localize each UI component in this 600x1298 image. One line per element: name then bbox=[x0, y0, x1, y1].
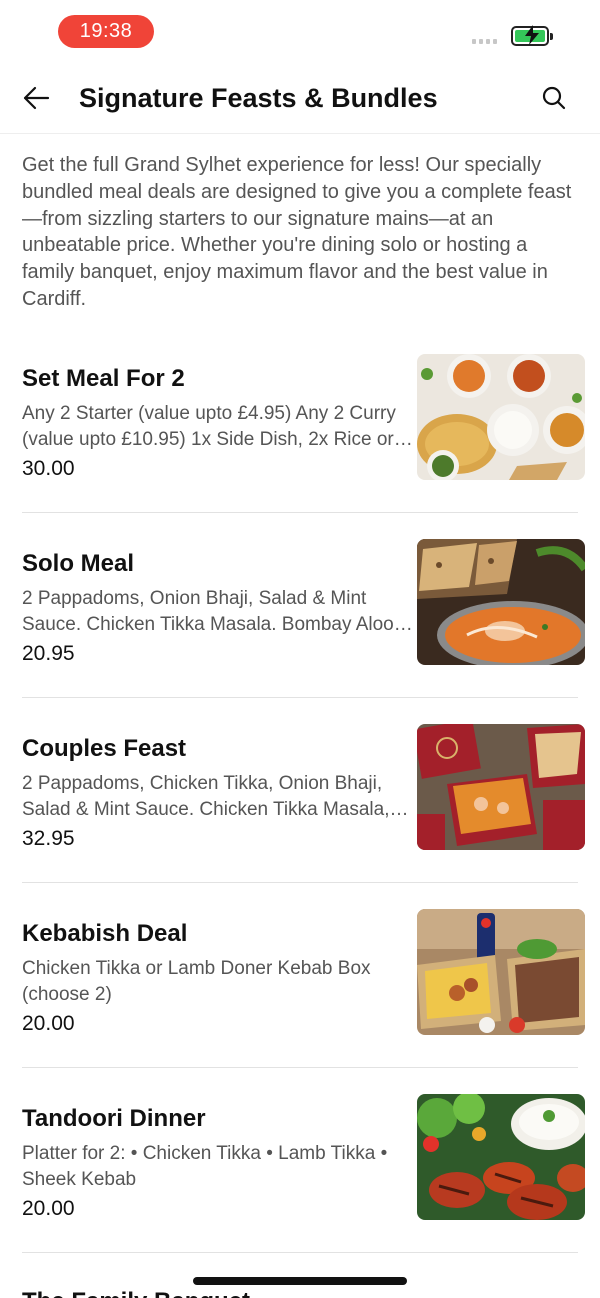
item-name: Couples Feast bbox=[22, 735, 187, 762]
menu-item[interactable]: Kebabish Deal Chicken Tikka or Lamb Done… bbox=[0, 894, 600, 1079]
divider bbox=[22, 1067, 578, 1068]
item-price: 20.00 bbox=[22, 1197, 75, 1220]
item-name: Solo Meal bbox=[22, 550, 135, 577]
back-arrow-icon bbox=[23, 86, 50, 110]
item-image[interactable] bbox=[417, 354, 585, 480]
search-icon bbox=[542, 86, 566, 110]
menu-item[interactable]: Solo Meal 2 Pappadoms, Onion Bhaji, Sala… bbox=[0, 524, 600, 709]
back-button[interactable] bbox=[18, 80, 54, 116]
battery-charging-icon bbox=[511, 25, 553, 46]
divider bbox=[22, 512, 578, 513]
menu-item[interactable]: Couples Feast 2 Pappadoms, Chicken Tikka… bbox=[0, 709, 600, 894]
item-description: Chicken Tikka or Lamb Doner Kebab Box (c… bbox=[22, 958, 371, 1005]
menu-list: Set Meal For 2 Any 2 Starter (value upto… bbox=[0, 339, 600, 1264]
item-price: 20.00 bbox=[22, 1012, 75, 1035]
status-bar: 19:38 bbox=[0, 0, 600, 64]
menu-item[interactable]: Tandoori Dinner Platter for 2: • Chicken… bbox=[0, 1079, 600, 1264]
item-name: Tandoori Dinner bbox=[22, 1105, 206, 1132]
item-image[interactable] bbox=[417, 724, 585, 850]
item-image[interactable] bbox=[417, 539, 585, 665]
item-image[interactable] bbox=[417, 909, 585, 1035]
item-description: 2 Pappadoms, Onion Bhaji, Salad & Mint S… bbox=[22, 588, 400, 635]
divider bbox=[22, 1252, 578, 1253]
menu-item[interactable]: Set Meal For 2 Any 2 Starter (value upto… bbox=[0, 339, 600, 524]
item-price: 20.95 bbox=[22, 642, 75, 665]
item-price: 30.00 bbox=[22, 457, 75, 480]
item-description: Platter for 2: • Chicken Tikka • Lamb Ti… bbox=[22, 1143, 388, 1190]
item-price: 32.95 bbox=[22, 827, 75, 850]
app-header: Signature Feasts & Bundles bbox=[0, 64, 600, 134]
item-name: Set Meal For 2 bbox=[22, 365, 185, 392]
divider bbox=[22, 697, 578, 698]
search-button[interactable] bbox=[536, 80, 572, 116]
signal-icon bbox=[472, 39, 497, 44]
menu-item-name-partial[interactable]: The Family Banquet bbox=[22, 1287, 250, 1298]
home-indicator[interactable] bbox=[193, 1277, 407, 1285]
category-description: Get the full Grand Sylhet experience for… bbox=[22, 154, 572, 310]
page-title: Signature Feasts & Bundles bbox=[79, 83, 438, 113]
item-description: Any 2 Starter (value upto £4.95) Any 2 C… bbox=[22, 403, 396, 450]
item-image[interactable] bbox=[417, 1094, 585, 1220]
item-name: Kebabish Deal bbox=[22, 920, 188, 947]
item-description: 2 Pappadoms, Chicken Tikka, Onion Bhaji,… bbox=[22, 773, 390, 820]
divider bbox=[22, 882, 578, 883]
status-time: 19:38 bbox=[58, 15, 154, 48]
